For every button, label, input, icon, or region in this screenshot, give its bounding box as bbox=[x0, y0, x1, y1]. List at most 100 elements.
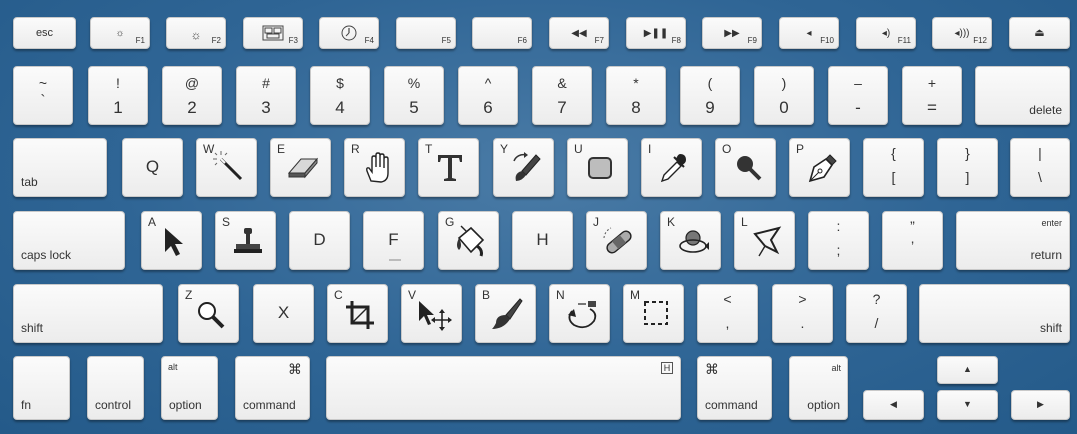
key-i[interactable]: I bbox=[641, 138, 702, 197]
arrow-left-icon: ◀ bbox=[890, 399, 897, 409]
key-l[interactable]: L bbox=[734, 211, 795, 270]
key-8[interactable]: * 8 bbox=[606, 66, 666, 125]
key-3[interactable]: # 3 bbox=[236, 66, 296, 125]
key-f12[interactable]: ◂))) F12 bbox=[932, 17, 992, 49]
space-h-badge: H bbox=[661, 362, 673, 374]
key-f7[interactable]: ◀◀ F7 bbox=[549, 17, 609, 49]
key-c[interactable]: C bbox=[327, 284, 388, 343]
key-p[interactable]: P bbox=[789, 138, 850, 197]
key-g[interactable]: G bbox=[438, 211, 499, 270]
keyboard: esc ☼ F1 ☼ F2 F3 F4 F5 F6 ◀◀ F7 ▶❚❚ F8 ▶… bbox=[0, 0, 1077, 434]
key-arrow-up[interactable]: ▲ bbox=[937, 356, 998, 384]
key-f[interactable]: F bbox=[363, 211, 424, 270]
dashboard-icon bbox=[341, 25, 357, 41]
key-option-left[interactable]: alt option bbox=[161, 356, 218, 420]
key-v[interactable]: V bbox=[401, 284, 462, 343]
key-f11[interactable]: ◂) F11 bbox=[856, 17, 916, 49]
key-f8[interactable]: ▶❚❚ F8 bbox=[626, 17, 686, 49]
key-delete[interactable]: delete bbox=[975, 66, 1070, 125]
key-caps-lock[interactable]: caps lock bbox=[13, 211, 125, 270]
key-u[interactable]: U bbox=[567, 138, 628, 197]
key-y-label: Y bbox=[500, 142, 509, 156]
key-6[interactable]: ^ 6 bbox=[458, 66, 518, 125]
key-equal[interactable]: + = bbox=[902, 66, 962, 125]
key-0[interactable]: ) 0 bbox=[754, 66, 814, 125]
key-arrow-down[interactable]: ▼ bbox=[937, 390, 998, 420]
key-m[interactable]: M bbox=[623, 284, 684, 343]
key-rbracket[interactable]: } ] bbox=[937, 138, 998, 197]
key-a[interactable]: A bbox=[141, 211, 202, 270]
key-alt-right-label: alt bbox=[831, 363, 841, 373]
key-return[interactable]: enter return bbox=[956, 211, 1070, 270]
key-9-top: ( bbox=[707, 75, 713, 91]
key-f6[interactable]: F6 bbox=[472, 17, 532, 49]
key-z[interactable]: Z bbox=[178, 284, 239, 343]
key-r[interactable]: R bbox=[344, 138, 405, 197]
key-n[interactable]: N bbox=[549, 284, 610, 343]
key-q[interactable]: Q bbox=[122, 138, 183, 197]
key-option-right[interactable]: alt option bbox=[789, 356, 848, 420]
key-shift-right[interactable]: shift bbox=[919, 284, 1070, 343]
key-quote[interactable]: ” ’ bbox=[882, 211, 943, 270]
key-command-left[interactable]: ⌘ command bbox=[235, 356, 310, 420]
key-b[interactable]: B bbox=[475, 284, 536, 343]
key-y[interactable]: Y bbox=[493, 138, 554, 197]
key-shift-left[interactable]: shift bbox=[13, 284, 163, 343]
key-x[interactable]: X bbox=[253, 284, 314, 343]
key-comma[interactable]: < , bbox=[697, 284, 758, 343]
key-u-label: U bbox=[574, 142, 583, 156]
key-e[interactable]: E bbox=[270, 138, 331, 197]
key-7[interactable]: & 7 bbox=[532, 66, 592, 125]
key-esc-label: esc bbox=[35, 27, 54, 39]
key-4-top: $ bbox=[336, 75, 344, 91]
key-space[interactable]: H bbox=[326, 356, 681, 420]
key-grave[interactable]: ~ ` bbox=[13, 66, 73, 125]
key-command-left-label: command bbox=[243, 398, 296, 412]
key-f4[interactable]: F4 bbox=[319, 17, 379, 49]
key-v-label: V bbox=[408, 288, 417, 302]
key-fn[interactable]: fn bbox=[13, 356, 70, 420]
key-k[interactable]: K bbox=[660, 211, 721, 270]
key-arrow-left[interactable]: ◀ bbox=[863, 390, 924, 420]
key-command-right[interactable]: ⌘ command bbox=[697, 356, 772, 420]
key-tab[interactable]: tab bbox=[13, 138, 107, 197]
key-slash[interactable]: ? / bbox=[846, 284, 907, 343]
key-1[interactable]: ! 1 bbox=[88, 66, 148, 125]
key-lbracket[interactable]: { [ bbox=[863, 138, 924, 197]
key-2[interactable]: @ 2 bbox=[162, 66, 222, 125]
key-shift-right-label: shift bbox=[1039, 321, 1062, 335]
key-backslash-top: | bbox=[1038, 145, 1042, 161]
key-4[interactable]: $ 4 bbox=[310, 66, 370, 125]
key-o[interactable]: O bbox=[715, 138, 776, 197]
key-arrow-right[interactable]: ▶ bbox=[1011, 390, 1070, 420]
key-f2[interactable]: ☼ F2 bbox=[166, 17, 226, 49]
key-f5-label: F5 bbox=[441, 36, 451, 45]
key-backslash[interactable]: | \ bbox=[1010, 138, 1070, 197]
key-d[interactable]: D bbox=[289, 211, 350, 270]
key-s[interactable]: S bbox=[215, 211, 276, 270]
key-h[interactable]: H bbox=[512, 211, 573, 270]
key-control-label: control bbox=[95, 398, 132, 412]
key-semicolon[interactable]: : ; bbox=[808, 211, 869, 270]
key-r-label: R bbox=[351, 142, 360, 156]
key-comma-bottom: , bbox=[725, 315, 730, 331]
key-f10[interactable]: ◂ F10 bbox=[779, 17, 839, 49]
key-f1[interactable]: ☼ F1 bbox=[90, 17, 150, 49]
key-control[interactable]: control bbox=[87, 356, 144, 420]
key-9[interactable]: ( 9 bbox=[680, 66, 740, 125]
hand-icon bbox=[366, 152, 389, 183]
key-t[interactable]: T bbox=[418, 138, 479, 197]
key-esc[interactable]: esc bbox=[13, 17, 76, 49]
move-arrow-icon bbox=[165, 228, 183, 256]
key-minus[interactable]: – - bbox=[828, 66, 888, 125]
key-period[interactable]: > . bbox=[772, 284, 833, 343]
key-f9[interactable]: ▶▶ F9 bbox=[702, 17, 762, 49]
key-f3[interactable]: F3 bbox=[243, 17, 303, 49]
key-rbracket-bottom: ] bbox=[965, 169, 970, 185]
key-w[interactable]: W bbox=[196, 138, 257, 197]
key-1-top: ! bbox=[116, 75, 120, 91]
key-f5[interactable]: F5 bbox=[396, 17, 456, 49]
key-j[interactable]: J bbox=[586, 211, 647, 270]
key-5[interactable]: % 5 bbox=[384, 66, 444, 125]
key-eject[interactable]: ⏏ bbox=[1009, 17, 1070, 49]
